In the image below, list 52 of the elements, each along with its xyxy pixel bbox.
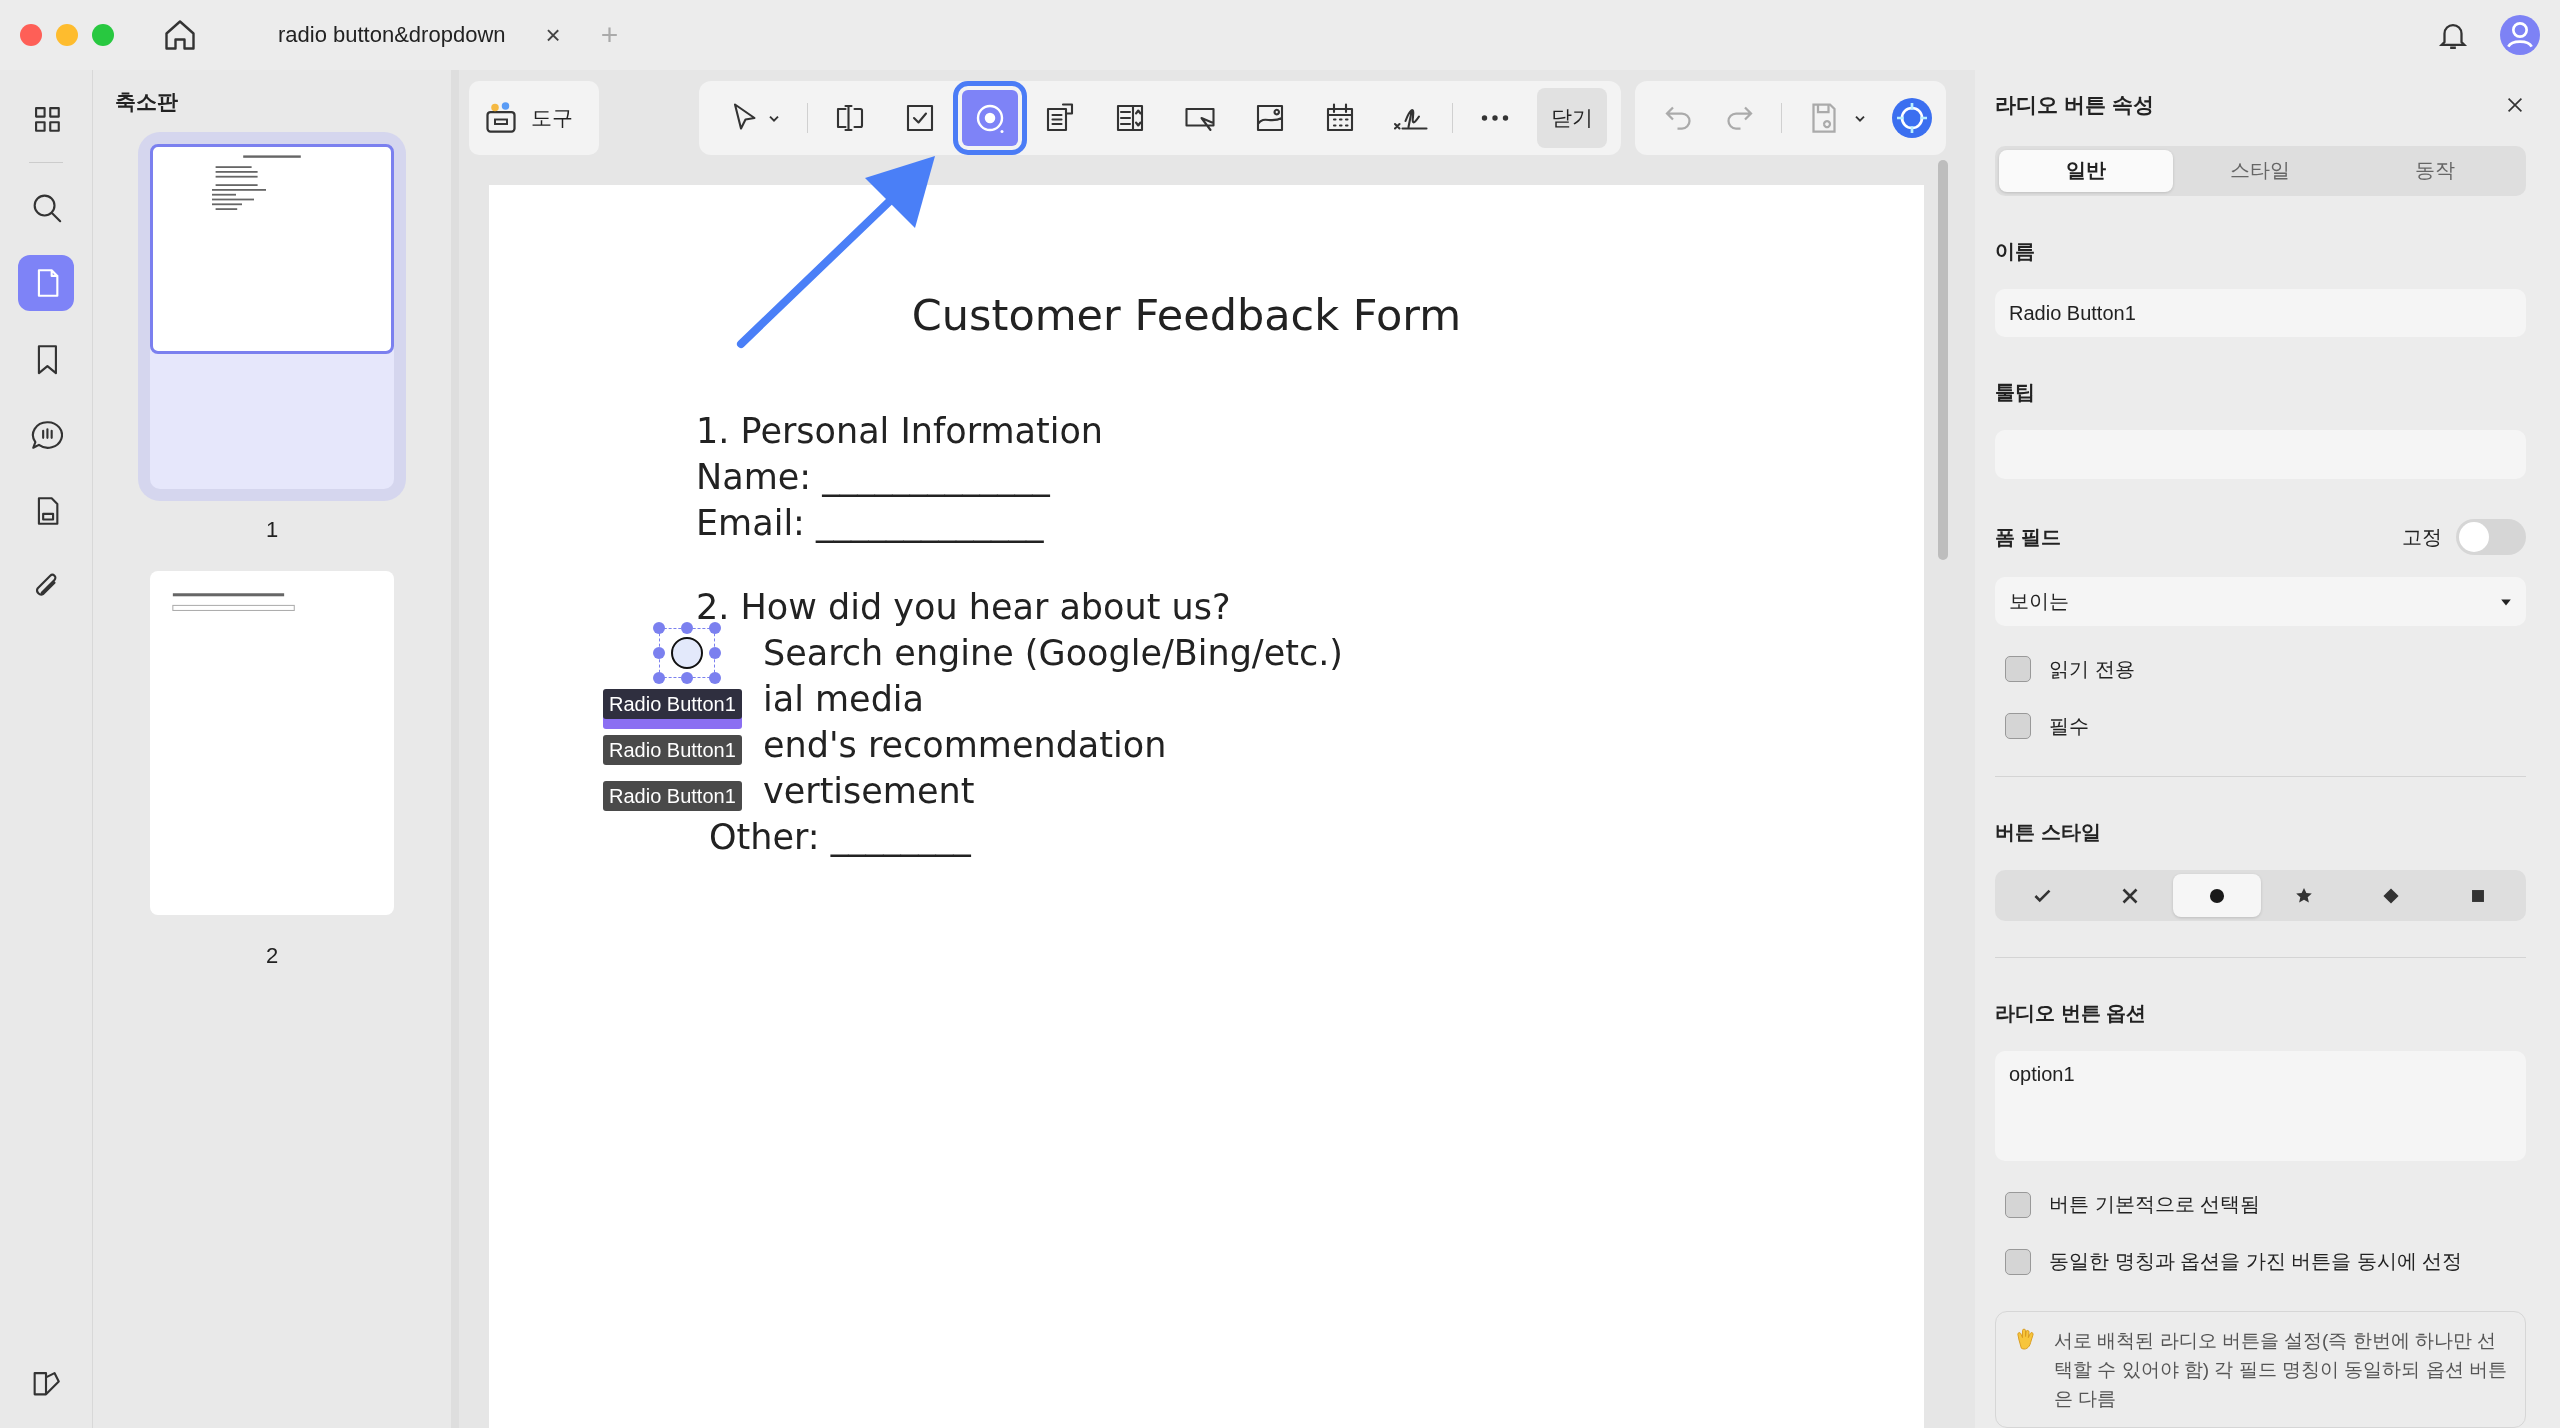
document-title: Customer Feedback Form: [910, 290, 1463, 340]
home-icon[interactable]: [162, 17, 198, 53]
field-label: 이름: [1995, 238, 2036, 264]
field-name-tag[interactable]: Radio Button1: [603, 781, 742, 811]
checkbox-label: 버튼 기본적으로 선택됨: [2049, 1192, 2261, 1218]
question-text: 2. How did you hear about us?: [695, 586, 1232, 629]
field-label: 폼 필드: [1995, 524, 2061, 550]
assistant-logo-icon[interactable]: [1892, 97, 1932, 138]
pages-icon[interactable]: [18, 255, 74, 311]
field-label: 툴팁: [1995, 380, 2036, 406]
lock-toggle[interactable]: [2456, 519, 2526, 556]
option-text: Search engine (Google/Bing/etc.): [763, 633, 1343, 673]
circle-style-icon[interactable]: [2173, 873, 2261, 918]
option-textarea[interactable]: option1: [1995, 1051, 2526, 1162]
visibility-dropdown[interactable]: 보이는: [1995, 577, 2526, 626]
toggle-label: 고정: [2402, 524, 2442, 550]
other-line: Other: ________: [708, 816, 972, 859]
checkbox[interactable]: [2005, 1191, 2031, 1218]
tab-close-button[interactable]: ×: [545, 19, 561, 51]
checkbox[interactable]: [2005, 713, 2031, 740]
option-text: vertisement: [763, 771, 975, 811]
section-label: 라디오 번튼 옵션: [1995, 1001, 2148, 1027]
user-avatar[interactable]: [2500, 15, 2540, 55]
page-thumbnail[interactable]: [150, 571, 394, 915]
section-label: 버튼 스타일: [1995, 819, 2102, 845]
close-tools-button[interactable]: 닫기: [1537, 87, 1607, 148]
panel-title: 축소판: [115, 89, 178, 115]
section-heading: 1. Personal Information: [695, 410, 1105, 453]
checkbox[interactable]: [2005, 656, 2031, 683]
panel-tab[interactable]: 동작: [2347, 149, 2522, 192]
panel-tab[interactable]: 스타일: [2173, 149, 2348, 192]
scrollbar[interactable]: [1938, 160, 1948, 560]
panel-title: 라디오 버튼 속성: [1995, 91, 2155, 118]
checkbox-label: 필수: [2049, 713, 2089, 739]
option-text: ial media: [763, 679, 925, 719]
checkbox[interactable]: [2005, 1248, 2031, 1275]
panel-tab[interactable]: 일반: [1999, 149, 2174, 192]
option-text: end's recommendation: [763, 725, 1167, 765]
page-number: 1: [265, 517, 279, 543]
tools-button[interactable]: 도구: [469, 80, 599, 155]
checkbox-label: 동일한 명칭과 옵션을 가진 버튼을 동시에 선정: [2049, 1249, 2463, 1275]
name-field[interactable]: Radio Button1: [1995, 288, 2526, 338]
name-line: Name: _____________: [695, 456, 1051, 499]
radio-button-field[interactable]: [652, 621, 722, 685]
checkbox-label: 읽기 전용: [2049, 656, 2135, 682]
email-line: Email: _____________: [695, 502, 1045, 545]
page-number: 2: [265, 943, 279, 969]
close-window-button[interactable]: [20, 24, 42, 46]
field-name-tag[interactable]: Radio Button1: [603, 735, 742, 765]
tip-text: 서로 배척된 라디오 버튼을 설정(즉 한번에 하나만 선택할 수 있어야 함) 각 필드 명칭이 동일하되 옵션 버튼은 다름: [2054, 1329, 2508, 1412]
document-tab[interactable]: radio button&dropdown ×: [268, 10, 571, 60]
toolbox-icon: [483, 99, 519, 136]
